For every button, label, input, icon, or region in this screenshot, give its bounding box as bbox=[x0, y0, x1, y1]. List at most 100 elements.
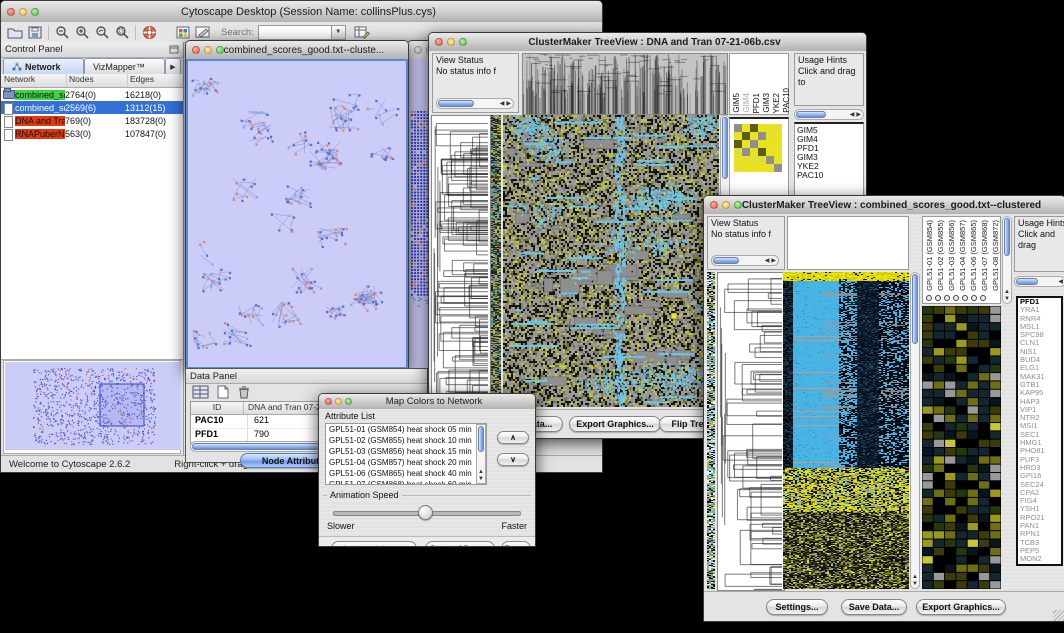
scroll-down-icon[interactable]: ▼ bbox=[1004, 296, 1010, 302]
network-list-item[interactable]: combined_sco2569(6)13112(15) bbox=[1, 101, 183, 114]
open-icon[interactable] bbox=[5, 24, 25, 41]
attribute-item[interactable]: GPL51-02 (GSM855) heat shock 10 min bbox=[327, 435, 475, 446]
scroll-up-icon[interactable]: ▲ bbox=[912, 574, 918, 580]
view-status-hscrollbar[interactable]: ◀ ▶ bbox=[436, 98, 514, 109]
tab-overflow-button[interactable]: ▶ bbox=[165, 58, 181, 75]
scrollbar-thumb[interactable] bbox=[912, 274, 918, 344]
scroll-left-icon[interactable]: ◀ bbox=[499, 101, 506, 107]
scroll-right-icon[interactable]: ▶ bbox=[770, 258, 777, 264]
move-up-button[interactable]: ∧ bbox=[497, 431, 529, 444]
attribute-list-vscrollbar[interactable]: ▲ ▼ bbox=[476, 424, 486, 484]
network-list-item[interactable]: combined_scores2764(0)16218(0) bbox=[1, 88, 183, 101]
column-selector-icon[interactable] bbox=[944, 295, 950, 301]
column-selector-icon[interactable] bbox=[962, 295, 968, 301]
zoom-button[interactable] bbox=[31, 8, 39, 16]
scroll-left-icon[interactable]: ◀ bbox=[849, 112, 856, 118]
help-icon[interactable] bbox=[139, 24, 159, 41]
zoom-fit-icon[interactable] bbox=[92, 24, 112, 41]
minimize-button[interactable] bbox=[447, 38, 455, 46]
scroll-down-icon[interactable]: ▼ bbox=[912, 581, 918, 587]
attribute-item[interactable]: GPL51-04 (GSM857) heat shock 20 min bbox=[327, 457, 475, 468]
save-icon[interactable] bbox=[25, 24, 45, 41]
main-titlebar[interactable]: Cytoscape Desktop (Session Name: collins… bbox=[1, 1, 602, 23]
zoom-heatmap-canvas[interactable] bbox=[922, 306, 1001, 589]
slider-thumb[interactable] bbox=[418, 505, 433, 520]
zoom-button[interactable] bbox=[734, 201, 742, 209]
column-selector-icon[interactable] bbox=[971, 295, 977, 301]
close-button[interactable] bbox=[325, 398, 332, 405]
network-window-titlebar[interactable]: combined_scores_good.txt--cluste... bbox=[186, 41, 408, 60]
zoom-out-icon[interactable] bbox=[52, 24, 72, 41]
heatmap-vscrollbar[interactable]: ▲ ▼ bbox=[910, 272, 920, 589]
scroll-left-icon[interactable]: ◀ bbox=[764, 258, 771, 264]
scroll-right-icon[interactable]: ▶ bbox=[505, 101, 512, 107]
row-dendrogram-canvas[interactable] bbox=[717, 272, 785, 591]
minimize-button[interactable] bbox=[19, 8, 27, 16]
column-dendrogram-panel[interactable] bbox=[787, 216, 909, 270]
col-network[interactable]: Network bbox=[1, 74, 67, 87]
view-status-hscrollbar[interactable]: ◀ ▶ bbox=[711, 255, 779, 266]
scrollbar-thumb[interactable] bbox=[1004, 218, 1010, 256]
treeview1-titlebar[interactable]: ClusterMaker TreeView : DNA and Tran 07-… bbox=[429, 33, 866, 52]
attribute-item[interactable]: GPL51-03 (GSM856) heat shock 15 min bbox=[327, 446, 475, 457]
heatmap-canvas[interactable] bbox=[503, 115, 719, 407]
scrollbar-thumb[interactable] bbox=[713, 257, 739, 264]
network-overview-canvas[interactable] bbox=[5, 362, 181, 450]
scroll-up-icon[interactable]: ▲ bbox=[478, 469, 484, 475]
column-dendrogram-canvas[interactable] bbox=[522, 53, 728, 115]
export-graphics-button[interactable]: Export Graphics... bbox=[569, 416, 661, 432]
done-button[interactable]: Done bbox=[501, 541, 531, 546]
zoom-button[interactable] bbox=[216, 46, 224, 54]
scroll-down-icon[interactable]: ▼ bbox=[478, 476, 484, 482]
annotation-icon[interactable] bbox=[193, 24, 213, 41]
tab-vizmapper[interactable]: VizMapper™ bbox=[84, 58, 165, 75]
attribute-item[interactable]: GPL51-07 (GSM868) heat shock 60 min bbox=[327, 479, 475, 485]
col-edges[interactable]: Edges bbox=[128, 74, 183, 87]
column-selector-icon[interactable] bbox=[980, 295, 986, 301]
vizmap-icon[interactable] bbox=[173, 24, 193, 41]
network-view-canvas[interactable] bbox=[188, 61, 406, 367]
close-button[interactable] bbox=[7, 8, 15, 16]
tab-network[interactable]: Network bbox=[3, 58, 84, 75]
attribute-listbox[interactable]: GPL51-01 (GSM854) heat shock 05 minGPL51… bbox=[325, 423, 487, 485]
resize-grip[interactable] bbox=[1053, 610, 1064, 621]
scrollbar-thumb[interactable] bbox=[796, 111, 826, 118]
minimize-button[interactable] bbox=[335, 398, 342, 405]
minimize-button[interactable] bbox=[204, 46, 212, 54]
scrollbar-thumb[interactable] bbox=[438, 100, 474, 107]
zoom-button[interactable] bbox=[459, 38, 467, 46]
animate-vizmap-button[interactable]: Animate Vizmap bbox=[331, 541, 417, 546]
close-button[interactable] bbox=[414, 46, 422, 54]
scroll-right-icon[interactable]: ▶ bbox=[855, 112, 862, 118]
row-dendrogram-canvas[interactable] bbox=[431, 115, 491, 409]
usage-hints-hscrollbar[interactable]: ◀ bbox=[1014, 276, 1064, 287]
heatmap-canvas[interactable] bbox=[783, 272, 909, 589]
close-button[interactable] bbox=[435, 38, 443, 46]
col-nodes[interactable]: Nodes bbox=[67, 74, 128, 87]
zoom-button[interactable] bbox=[345, 398, 352, 405]
column-selector-icon[interactable] bbox=[935, 295, 941, 301]
dialog-titlebar[interactable]: Map Colors to Network bbox=[319, 394, 535, 410]
zoom-selected-icon[interactable] bbox=[112, 24, 132, 41]
scrollbar-thumb[interactable] bbox=[1016, 278, 1038, 285]
network-list-item[interactable]: DNA and Tran 07769(0)183728(0) bbox=[1, 114, 183, 127]
gene-label[interactable]: MON2 bbox=[1018, 555, 1061, 563]
zoom-matrix-canvas[interactable] bbox=[734, 124, 782, 172]
column-selector-row[interactable] bbox=[926, 295, 986, 301]
attribute-browser-icon[interactable] bbox=[352, 24, 372, 41]
scrollbar-thumb[interactable] bbox=[722, 117, 728, 179]
scroll-left-icon[interactable]: ◀ bbox=[1057, 279, 1064, 285]
save-data-button[interactable]: Save Data... bbox=[841, 599, 907, 615]
row-label[interactable]: PAC10 bbox=[797, 171, 863, 180]
column-selector-icon[interactable] bbox=[953, 295, 959, 301]
usage-hints-hscrollbar[interactable]: ◀ ▶ bbox=[794, 109, 864, 120]
treeview2-titlebar[interactable]: ClusterMaker TreeView : combined_scores_… bbox=[704, 196, 1064, 215]
column-labels-vscrollbar[interactable]: ▲ ▼ bbox=[1002, 216, 1012, 304]
search-input[interactable] bbox=[258, 25, 332, 40]
minimize-button[interactable] bbox=[722, 201, 730, 209]
close-button[interactable] bbox=[192, 46, 200, 54]
column-selector-icon[interactable] bbox=[926, 295, 932, 301]
close-button[interactable] bbox=[710, 201, 718, 209]
create-vizmap-button[interactable]: Create Vizmap bbox=[425, 541, 495, 546]
search-dropdown-arrow-icon[interactable]: ▼ bbox=[332, 25, 346, 40]
